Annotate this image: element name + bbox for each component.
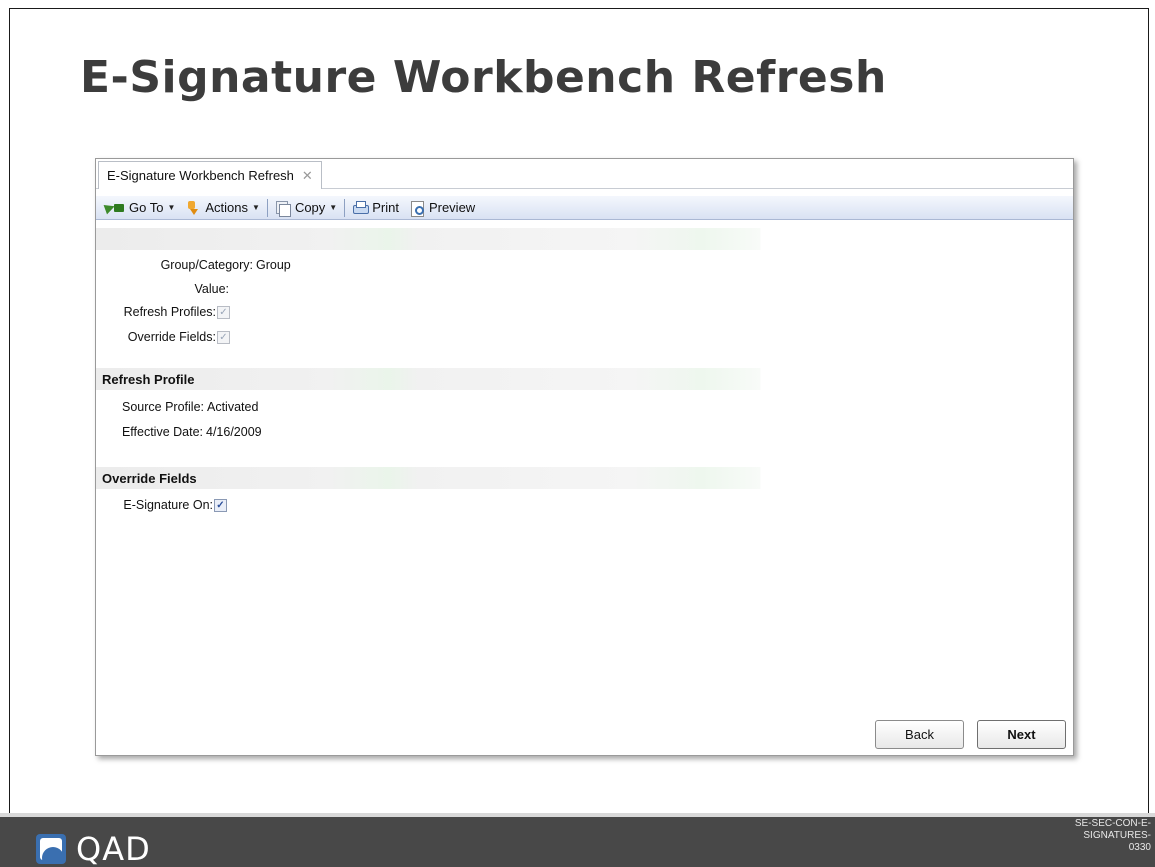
copy-label: Copy bbox=[294, 200, 326, 215]
value-label: Value: bbox=[194, 282, 229, 296]
actions-menu-button[interactable]: Actions ▼ bbox=[180, 197, 265, 219]
refresh-profiles-checkbox: ✓ bbox=[217, 305, 230, 319]
refresh-profiles-label: Refresh Profiles: bbox=[123, 305, 216, 319]
qad-logo: QAD bbox=[36, 830, 151, 867]
footer-band bbox=[0, 813, 1155, 867]
toolbar-separator bbox=[266, 198, 268, 217]
value-row: Value: bbox=[96, 282, 232, 296]
group-category-row: Group/Category: Group bbox=[96, 258, 291, 272]
toolbar-separator bbox=[344, 198, 346, 217]
copy-menu-button[interactable]: Copy ▼ bbox=[270, 197, 342, 219]
goto-menu-button[interactable]: Go To ▼ bbox=[100, 197, 180, 219]
doc-code-line: 0330 bbox=[1128, 842, 1151, 853]
actions-label: Actions bbox=[205, 200, 249, 215]
application-window: E-Signature Workbench Refresh ✕ Go To ▼ … bbox=[95, 158, 1074, 756]
next-button[interactable]: Next bbox=[977, 720, 1066, 749]
effective-date-label: Effective Date: bbox=[121, 425, 203, 439]
close-icon[interactable]: ✕ bbox=[302, 168, 313, 184]
section-refresh-profile: Refresh Profile bbox=[96, 368, 1073, 390]
document-code: SE-SEC-CON-E- SIGNATURES- 0330 bbox=[1061, 818, 1151, 854]
effective-date-value: 4/16/2009 bbox=[206, 425, 262, 439]
goto-label: Go To bbox=[129, 200, 164, 215]
override-fields-label: Override Fields: bbox=[127, 330, 216, 344]
esignature-on-row: E-Signature On: ✓ bbox=[96, 498, 227, 512]
tab-strip: E-Signature Workbench Refresh ✕ bbox=[96, 159, 1073, 189]
tab-esignature-workbench-refresh[interactable]: E-Signature Workbench Refresh ✕ bbox=[98, 161, 322, 189]
doc-code-line: SIGNATURES- bbox=[1083, 830, 1151, 841]
esignature-on-checkbox[interactable]: ✓ bbox=[214, 498, 227, 512]
print-icon bbox=[352, 200, 370, 215]
override-fields-checkbox: ✓ bbox=[217, 330, 230, 344]
tab-label: E-Signature Workbench Refresh bbox=[107, 168, 294, 183]
group-category-value: Group bbox=[256, 258, 291, 272]
source-profile-value: Activated bbox=[207, 400, 259, 414]
print-label: Print bbox=[372, 200, 399, 215]
esignature-on-label: E-Signature On: bbox=[123, 498, 213, 512]
doc-code-line: SE-SEC-CON-E- bbox=[1074, 818, 1151, 829]
actions-icon bbox=[185, 200, 201, 215]
refresh-profiles-row: Refresh Profiles: ✓ bbox=[96, 305, 230, 319]
chevron-down-icon: ▼ bbox=[252, 203, 260, 212]
print-button[interactable]: Print bbox=[347, 197, 404, 219]
preview-icon bbox=[409, 200, 425, 217]
qad-logo-icon bbox=[36, 834, 66, 864]
logo-text: QAD bbox=[76, 830, 151, 867]
override-fields-row: Override Fields: ✓ bbox=[96, 330, 230, 344]
toolbar: Go To ▼ Actions ▼ Copy ▼ Print Preview bbox=[96, 196, 1073, 220]
header-section-bar bbox=[96, 228, 1073, 250]
copy-icon bbox=[275, 200, 291, 217]
chevron-down-icon: ▼ bbox=[329, 203, 338, 212]
section-override-fields: Override Fields bbox=[96, 467, 1073, 489]
effective-date-row: Effective Date: 4/16/2009 bbox=[96, 425, 262, 439]
back-button[interactable]: Back bbox=[875, 720, 964, 749]
chevron-down-icon: ▼ bbox=[167, 203, 176, 212]
preview-button[interactable]: Preview bbox=[404, 197, 480, 219]
goto-icon bbox=[105, 201, 125, 215]
preview-label: Preview bbox=[428, 200, 476, 215]
source-profile-label: Source Profile: bbox=[122, 400, 204, 414]
group-category-label: Group/Category: bbox=[160, 258, 253, 272]
source-profile-row: Source Profile: Activated bbox=[96, 400, 258, 414]
slide-title: E-Signature Workbench Refresh bbox=[80, 52, 887, 103]
